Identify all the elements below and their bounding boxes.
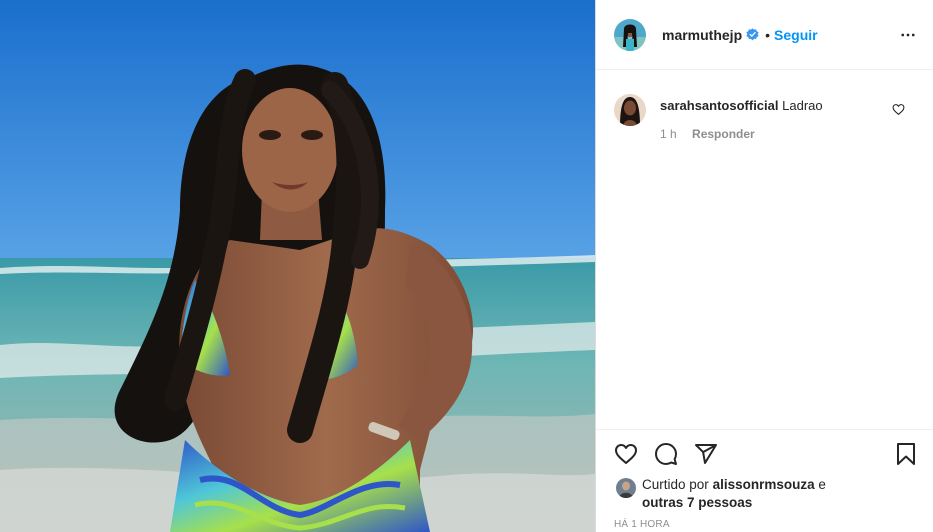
liker-username[interactable]: alissonrmsouza (713, 477, 815, 492)
liker-avatar[interactable] (616, 478, 636, 498)
more-options-icon[interactable] (899, 26, 917, 44)
reply-button[interactable]: Responder (692, 127, 755, 141)
comment-body: Ladrao (782, 98, 823, 113)
comment-username[interactable]: sarahsantosofficial (660, 98, 779, 113)
likes-prefix: Curtido por (642, 477, 709, 492)
likes-conjunction: e (818, 477, 826, 492)
author-username[interactable]: marmuthejp (662, 27, 742, 43)
comment-text: sarahsantosofficial Ladrao (660, 97, 823, 115)
likes-text: Curtido por alissonrmsouza e outras 7 pe… (642, 476, 842, 512)
commenter-avatar[interactable] (614, 94, 646, 126)
comment-meta: 1 h Responder (660, 127, 767, 141)
post-actions: Curtido por alissonrmsouza e outras 7 pe… (596, 429, 933, 532)
comment-icon[interactable] (654, 442, 678, 466)
heart-icon[interactable] (614, 442, 638, 466)
comment-time: 1 h (660, 127, 677, 141)
author-avatar[interactable] (614, 18, 646, 51)
verified-badge-icon (746, 28, 759, 41)
post-header: marmuthejp • Seguir (596, 0, 933, 70)
post-sidebar: marmuthejp • Seguir sarahsantosofficial … (595, 0, 933, 532)
follow-button[interactable]: Seguir (774, 27, 818, 43)
comment-like-heart-icon[interactable] (892, 103, 905, 116)
instagram-post: marmuthejp • Seguir sarahsantosofficial … (0, 0, 933, 532)
bookmark-icon[interactable] (894, 442, 918, 466)
post-photo[interactable] (0, 0, 595, 532)
header-separator: • (765, 26, 771, 43)
share-icon[interactable] (694, 442, 718, 466)
post-timestamp[interactable]: HÁ 1 HORA (614, 519, 670, 530)
likes-others[interactable]: outras 7 pessoas (642, 495, 752, 510)
likes-summary: Curtido por alissonrmsouza e outras 7 pe… (616, 476, 842, 512)
